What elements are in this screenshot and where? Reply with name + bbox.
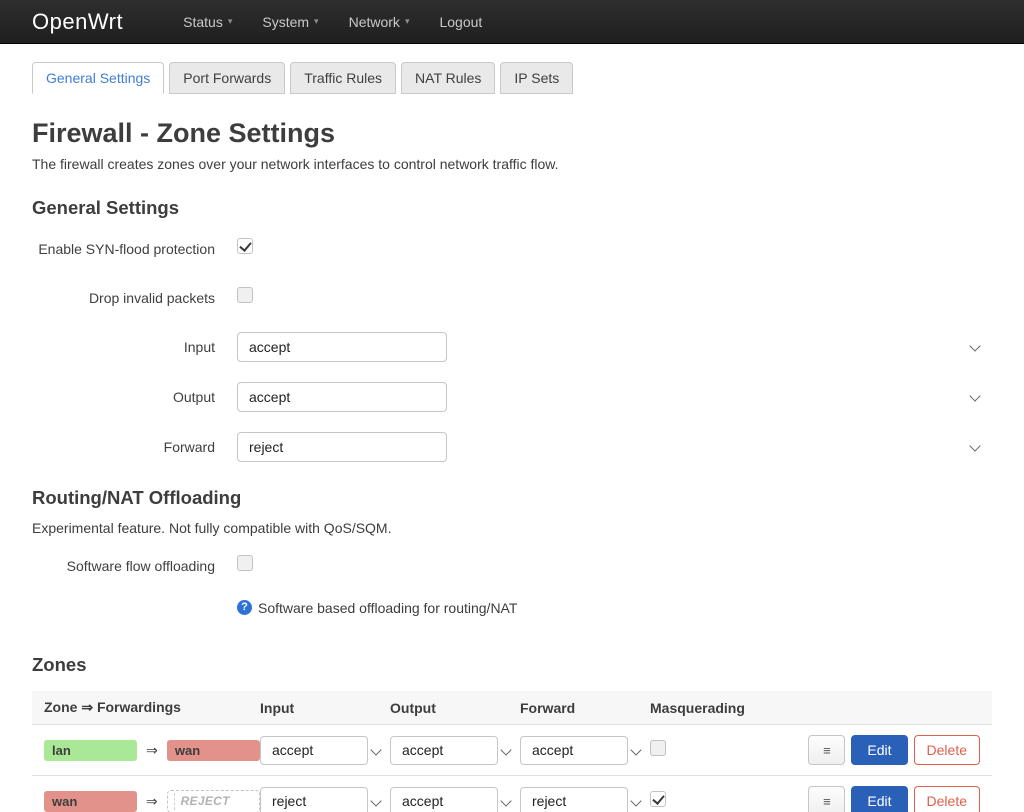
syn-flood-row: Enable SYN-flood protection [32, 234, 992, 263]
zones-heading: Zones [32, 654, 992, 676]
lan-forward-select[interactable]: accept [520, 736, 628, 765]
wan-delete-button[interactable]: Delete [914, 786, 980, 812]
wan-input-select-wrap: reject [260, 787, 390, 812]
main-menu: Status ▾ System ▾ Network ▾ Logout [153, 14, 482, 30]
page-description: The firewall creates zones over your net… [32, 156, 992, 172]
flow-offloading-row: Software flow offloading [32, 551, 992, 580]
drop-invalid-checkbox[interactable] [237, 287, 253, 303]
offloading-description: Experimental feature. Not fully compatib… [32, 520, 992, 536]
tab-ip-sets[interactable]: IP Sets [500, 62, 573, 94]
zone-badge-wan-target: wan [167, 740, 260, 761]
page-content: Firewall - Zone Settings The firewall cr… [0, 118, 1024, 812]
input-policy-select-wrap: accept [237, 332, 992, 362]
flow-offloading-help-row: ? Software based offloading for routing/… [32, 600, 992, 629]
top-navbar: OpenWrt Status ▾ System ▾ Network ▾ Logo… [0, 0, 1024, 44]
flow-offloading-help-text: Software based offloading for routing/NA… [258, 600, 517, 616]
col-forward: Forward [520, 700, 650, 716]
tab-traffic-rules[interactable]: Traffic Rules [290, 62, 396, 94]
zones-table: Zone ⇒ Forwardings Input Output Forward … [32, 691, 992, 812]
lan-output-select[interactable]: accept [390, 736, 498, 765]
offloading-heading: Routing/NAT Offloading [32, 487, 992, 509]
forward-policy-row: Forward reject [32, 432, 992, 462]
tab-general-settings[interactable]: General Settings [32, 62, 164, 94]
reject-target-box: REJECT [167, 790, 260, 812]
forward-arrow-icon: ⇒ [146, 793, 158, 810]
input-policy-row: Input accept [32, 332, 992, 362]
wan-masquerading-checkbox[interactable] [650, 791, 666, 807]
lan-edit-button[interactable]: Edit [851, 735, 907, 765]
menu-logout[interactable]: Logout [439, 14, 482, 30]
firewall-tabs: General Settings Port Forwards Traffic R… [32, 62, 1024, 94]
input-policy-label: Input [32, 339, 215, 355]
menu-status[interactable]: Status ▾ [183, 14, 232, 30]
flow-offloading-label: Software flow offloading [32, 558, 215, 574]
hamburger-icon: ≡ [823, 743, 831, 758]
wan-forward-select-wrap: reject [520, 787, 650, 812]
wan-output-select[interactable]: accept [390, 787, 498, 812]
lan-delete-button[interactable]: Delete [914, 735, 980, 765]
zone-row-lan: lan ⇒ wan accept accept accept ≡ Edit De… [32, 724, 992, 775]
chevron-down-icon: ▾ [405, 16, 410, 27]
lan-output-select-wrap: accept [390, 736, 520, 765]
col-masquerading: Masquerading [650, 700, 780, 716]
lan-input-select-wrap: accept [260, 736, 390, 765]
wan-edit-button[interactable]: Edit [851, 786, 907, 812]
general-settings-heading: General Settings [32, 197, 992, 219]
drop-invalid-label: Drop invalid packets [32, 290, 215, 306]
lan-input-select[interactable]: accept [260, 736, 368, 765]
chevron-down-icon: ▾ [228, 16, 233, 27]
col-output: Output [390, 700, 520, 716]
zone-row-wan: wan ⇒ REJECT reject accept reject ≡ Edit… [32, 775, 992, 812]
tab-port-forwards[interactable]: Port Forwards [169, 62, 285, 94]
zone-badge-lan: lan [44, 740, 137, 761]
hamburger-icon: ≡ [823, 794, 831, 809]
chevron-down-icon: ▾ [314, 16, 319, 27]
lan-forward-select-wrap: accept [520, 736, 650, 765]
page-title: Firewall - Zone Settings [32, 118, 992, 149]
flow-offloading-checkbox[interactable] [237, 555, 253, 571]
output-policy-label: Output [32, 389, 215, 405]
openwrt-logo[interactable]: OpenWrt [32, 9, 123, 35]
lan-more-button[interactable]: ≡ [808, 735, 845, 765]
col-input: Input [260, 700, 390, 716]
flow-offloading-help: ? Software based offloading for routing/… [237, 600, 992, 616]
output-policy-select-wrap: accept [237, 382, 992, 412]
output-policy-row: Output accept [32, 382, 992, 412]
forward-policy-label: Forward [32, 439, 215, 455]
col-zone-forwardings: Zone ⇒ Forwardings [44, 699, 260, 716]
menu-system[interactable]: System ▾ [262, 14, 318, 30]
wan-output-select-wrap: accept [390, 787, 520, 812]
tab-nat-rules[interactable]: NAT Rules [401, 62, 495, 94]
lan-masquerading-checkbox[interactable] [650, 740, 666, 756]
wan-input-select[interactable]: reject [260, 787, 368, 812]
wan-more-button[interactable]: ≡ [808, 786, 845, 812]
input-policy-select[interactable]: accept [237, 332, 447, 362]
wan-forward-select[interactable]: reject [520, 787, 628, 812]
output-policy-select[interactable]: accept [237, 382, 447, 412]
forward-policy-select-wrap: reject [237, 432, 992, 462]
menu-network[interactable]: Network ▾ [349, 14, 410, 30]
forward-arrow-icon: ⇒ [146, 742, 158, 759]
syn-flood-checkbox[interactable] [237, 238, 253, 254]
zones-table-header: Zone ⇒ Forwardings Input Output Forward … [32, 691, 992, 724]
forward-policy-select[interactable]: reject [237, 432, 447, 462]
syn-flood-label: Enable SYN-flood protection [32, 241, 215, 257]
drop-invalid-row: Drop invalid packets [32, 283, 992, 312]
help-icon[interactable]: ? [237, 600, 252, 615]
zone-badge-wan: wan [44, 791, 137, 812]
